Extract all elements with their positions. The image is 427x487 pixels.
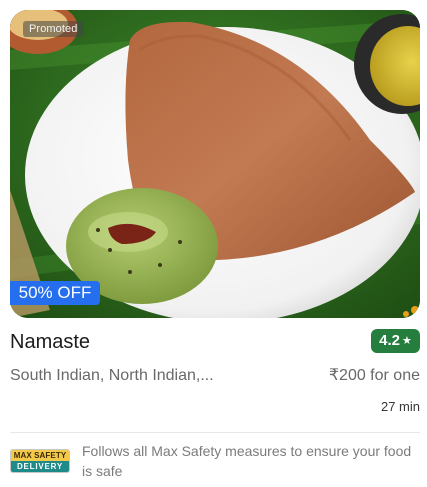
divider [10, 432, 420, 433]
promoted-badge: Promoted [23, 21, 84, 37]
max-safety-delivery-logo: MAX SAFETY DELIVERY [10, 449, 70, 473]
safety-info-text: Follows all Max Safety measures to ensur… [82, 443, 412, 479]
price-for-one: ₹200 for one [328, 367, 420, 384]
safety-logo-top-text: MAX SAFETY [11, 450, 69, 461]
dosa-dish-image [10, 10, 420, 318]
restaurant-name[interactable]: Namaste [10, 330, 90, 354]
restaurant-card[interactable]: Promoted 50% OFF Namaste 4.2 ★ South Indi… [0, 0, 427, 487]
rating-badge: 4.2 ★ [371, 329, 420, 353]
delivery-time: 27 min [380, 399, 420, 414]
offer-badge: 50% OFF [10, 281, 100, 305]
safety-logo-bottom-text: DELIVERY [11, 461, 69, 472]
restaurant-hero-image[interactable] [10, 10, 420, 318]
cuisine-list: South Indian, North Indian,... [10, 367, 214, 384]
rating-value: 4.2 [379, 332, 400, 349]
star-icon: ★ [401, 335, 412, 347]
